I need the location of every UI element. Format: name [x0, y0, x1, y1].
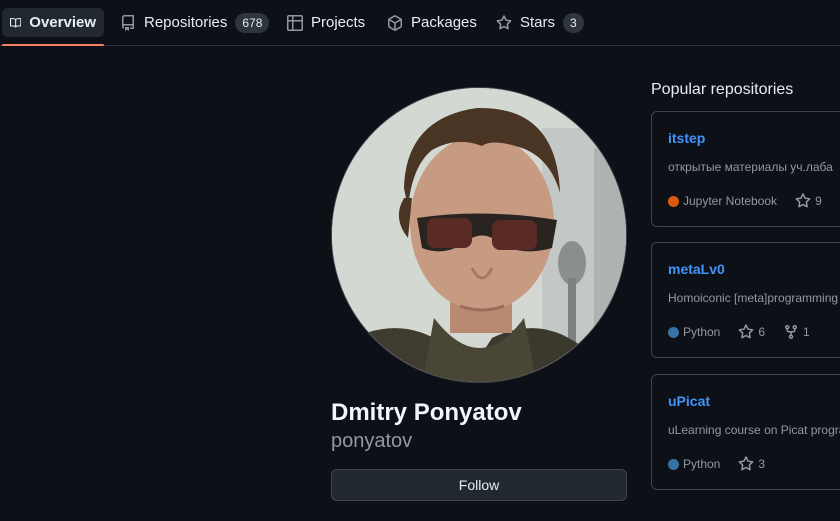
- repo-forks-count: 1: [803, 325, 810, 339]
- tab-packages[interactable]: Packages: [379, 8, 485, 37]
- repo-stars-count: 3: [758, 457, 766, 471]
- tab-stars[interactable]: Stars 3: [488, 8, 592, 37]
- star-icon: [738, 456, 754, 471]
- active-tab-underline: [2, 44, 104, 46]
- repo-description: Homoiconic [meta]programming: [668, 291, 839, 305]
- repo-card: uPicat uLearning course on Picat progra …: [651, 374, 840, 490]
- tab-repositories[interactable]: Repositories 678: [112, 8, 277, 37]
- repo-meta: Jupyter Notebook 9: [668, 193, 822, 209]
- tab-repositories-label: Repositories: [144, 14, 228, 31]
- repo-card: metaLv0 Homoiconic [meta]programming Pyt…: [651, 242, 840, 358]
- tab-projects[interactable]: Projects: [279, 8, 373, 37]
- tab-overview[interactable]: Overview: [2, 8, 104, 37]
- profile-name: Dmitry Ponyatov: [331, 399, 522, 426]
- repo-stars-link[interactable]: 9: [795, 193, 822, 209]
- star-icon: [496, 14, 512, 29]
- tab-packages-label: Packages: [411, 14, 477, 31]
- repo-stars-count: 9: [815, 194, 822, 208]
- repo-link[interactable]: uPicat: [668, 393, 710, 409]
- repo-link[interactable]: itstep: [668, 130, 705, 146]
- follow-button[interactable]: Follow: [331, 469, 627, 501]
- package-icon: [388, 14, 402, 31]
- tab-projects-label: Projects: [311, 14, 366, 31]
- language-color-dot: [668, 326, 679, 338]
- profile-login: ponyatov: [331, 430, 413, 452]
- repositories-count-badge: 678: [235, 12, 270, 33]
- repo-language: Python: [683, 457, 721, 471]
- avatar-photo: [332, 88, 626, 382]
- repo-description: uLearning course on Picat progra: [668, 423, 840, 437]
- repo-language: Python: [683, 325, 721, 339]
- stars-count-badge: 3: [563, 12, 584, 33]
- repo-stars-count: 6: [758, 325, 766, 339]
- star-icon: [738, 324, 754, 339]
- profile-tab-nav: Overview Repositories 678 Projects Packa…: [0, 0, 840, 46]
- repo-icon: [122, 14, 134, 31]
- fork-icon: [785, 325, 798, 340]
- book-icon: [10, 17, 22, 28]
- repo-stars-link[interactable]: 6: [738, 324, 765, 340]
- language-color-dot: [668, 195, 679, 207]
- star-icon: [795, 193, 811, 208]
- repo-meta: Python 6 1: [668, 324, 810, 340]
- table-icon: [287, 14, 303, 31]
- repo-language: Jupyter Notebook: [683, 194, 778, 208]
- tab-stars-label: Stars: [520, 14, 556, 31]
- language-color-dot: [668, 458, 679, 470]
- popular-repositories-heading: Popular repositories: [651, 81, 794, 98]
- repo-description: открытые материалы уч.лаба: [668, 160, 833, 174]
- repo-card: itstep открытые материалы уч.лаба Jupyte…: [651, 111, 840, 227]
- repo-meta: Python 3: [668, 456, 765, 472]
- repo-stars-link[interactable]: 3: [738, 456, 765, 472]
- avatar[interactable]: [331, 87, 627, 383]
- repo-link[interactable]: metaLv0: [668, 261, 725, 277]
- tab-overview-label: Overview: [29, 14, 96, 31]
- repo-forks-link[interactable]: 1: [783, 324, 810, 340]
